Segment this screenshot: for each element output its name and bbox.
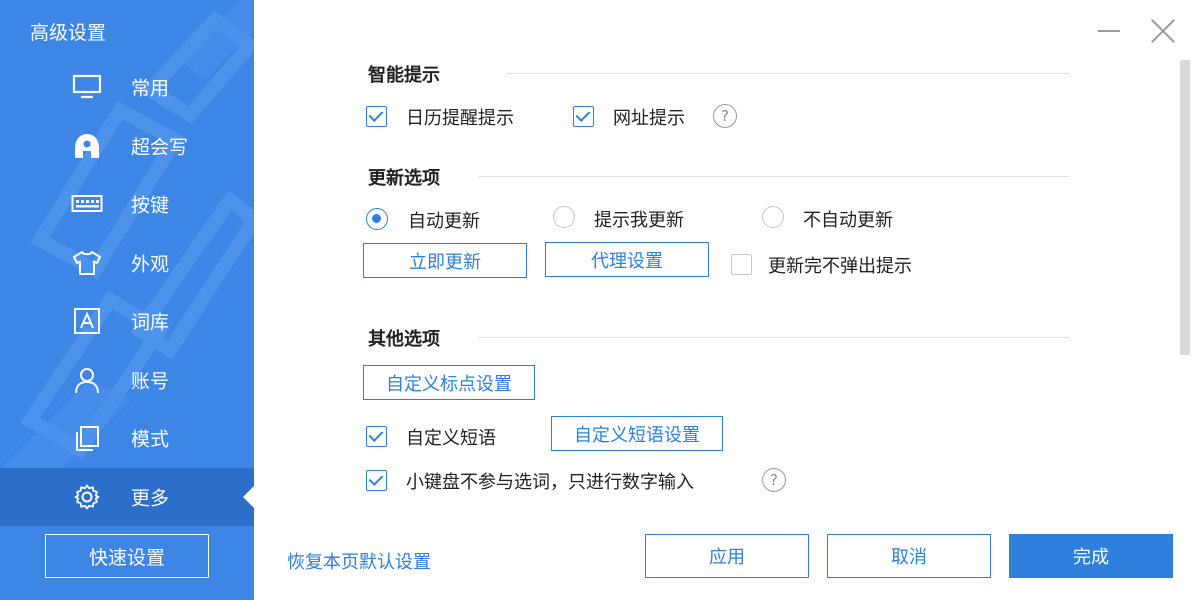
apply-button[interactable]: 应用	[645, 534, 809, 578]
scrollbar-thumb[interactable]	[1180, 60, 1190, 355]
auto-update-label: 自动更新	[408, 211, 480, 232]
sidebar-item-label: 超会写	[131, 136, 189, 159]
letter-a-icon	[70, 306, 104, 336]
sidebar-item-keys[interactable]: 按键	[0, 175, 254, 234]
sidebar-item-common[interactable]: 常用	[0, 58, 254, 117]
keypad-digits-checkbox[interactable]	[366, 470, 387, 491]
sidebar-nav: 常用 超会写 按键 外观 词库 账号 模式 更多	[0, 58, 254, 526]
section-title-other-options: 其他选项	[368, 329, 440, 350]
sidebar-item-label: 更多	[131, 487, 170, 510]
prompt-update-radio[interactable]	[553, 206, 575, 228]
close-button[interactable]	[1150, 18, 1176, 44]
no-popup-label: 更新完不弹出提示	[768, 256, 912, 277]
layers-icon	[70, 423, 104, 453]
sidebar-item-label: 按键	[131, 194, 170, 217]
sidebar-item-super-write[interactable]: 超会写	[0, 117, 254, 176]
sidebar-item-label: 外观	[131, 253, 170, 276]
url-hint-label: 网址提示	[613, 108, 685, 129]
sidebar-item-mode[interactable]: 模式	[0, 409, 254, 468]
proxy-settings-button[interactable]: 代理设置	[545, 242, 709, 277]
window-title: 高级设置	[30, 22, 107, 44]
keypad-digits-label: 小键盘不参与选词，只进行数字输入	[406, 472, 694, 493]
auto-update-radio[interactable]	[366, 208, 388, 230]
punctuation-settings-button[interactable]: 自定义标点设置	[363, 365, 535, 400]
sidebar-item-more[interactable]: 更多	[0, 467, 254, 526]
restore-defaults-link[interactable]: 恢复本页默认设置	[287, 548, 431, 574]
help-icon[interactable]: ?	[762, 468, 786, 492]
quick-settings-button[interactable]: 快速设置	[45, 534, 209, 578]
no-popup-checkbox[interactable]	[731, 254, 752, 275]
section-title-smart-hints: 智能提示	[368, 65, 440, 86]
calendar-reminder-checkbox[interactable]	[366, 106, 387, 127]
user-icon	[70, 365, 104, 395]
cancel-button[interactable]: 取消	[827, 534, 991, 578]
custom-phrases-label: 自定义短语	[406, 428, 496, 449]
sidebar: 高级设置 常用 超会写 按键 外观 词库 账号 模式 更多 快速设置	[0, 0, 254, 600]
custom-phrases-checkbox[interactable]	[366, 426, 387, 447]
done-button[interactable]: 完成	[1009, 534, 1173, 578]
sidebar-item-account[interactable]: 账号	[0, 351, 254, 410]
sidebar-item-lexicon[interactable]: 词库	[0, 292, 254, 351]
no-auto-update-label: 不自动更新	[803, 210, 893, 231]
section-title-update-options: 更新选项	[368, 168, 440, 189]
keyboard-icon	[70, 189, 104, 219]
custom-phrases-settings-button[interactable]: 自定义短语设置	[551, 416, 723, 451]
sidebar-item-appearance[interactable]: 外观	[0, 234, 254, 293]
sidebar-item-label: 词库	[131, 311, 170, 334]
sidebar-item-label: 常用	[131, 77, 170, 100]
gear-icon	[70, 482, 104, 512]
section-divider	[506, 73, 1070, 74]
section-divider	[478, 176, 1070, 177]
pen-icon	[70, 131, 104, 161]
section-divider	[478, 337, 1070, 338]
tshirt-icon	[70, 248, 104, 278]
no-auto-update-radio[interactable]	[762, 206, 784, 228]
calendar-reminder-label: 日历提醒提示	[406, 108, 514, 129]
sidebar-item-label: 账号	[131, 370, 170, 393]
sidebar-item-label: 模式	[131, 428, 170, 451]
update-now-button[interactable]: 立即更新	[363, 243, 527, 278]
prompt-update-label: 提示我更新	[594, 210, 684, 231]
monitor-icon	[70, 72, 104, 102]
url-hint-checkbox[interactable]	[573, 106, 594, 127]
help-icon[interactable]: ?	[713, 104, 737, 128]
minimize-button[interactable]	[1098, 30, 1120, 32]
